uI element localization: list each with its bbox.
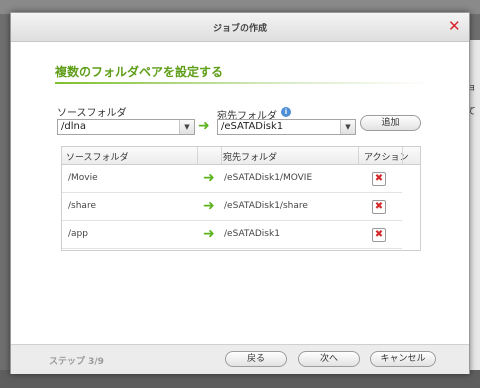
arrow-right-icon: ➜: [198, 118, 210, 134]
column-divider: [197, 147, 198, 164]
table-row: /Movie ➜ /eSATADisk1/MOVIE ✖: [62, 165, 402, 193]
dialog-footer: ステップ 3/9 戻る 次へ キャンセル: [11, 344, 469, 374]
delete-icon[interactable]: ✖: [372, 200, 386, 214]
dialog-titlebar: ジョブの作成 ✕: [11, 13, 469, 42]
cancel-button[interactable]: キャンセル: [370, 351, 436, 367]
folder-pair-table: ソースフォルダ 宛先フォルダ アクション /Movie ➜ /eSATADisk…: [61, 146, 421, 251]
row-destination: /eSATADisk1: [224, 229, 280, 239]
create-job-dialog: ジョブの作成 ✕ 複数のフォルダペアを設定する ソースフォルダ /dlna ▼ …: [10, 12, 470, 374]
column-divider: [221, 147, 222, 164]
source-folder-label: ソースフォルダ: [57, 108, 127, 119]
source-folder-value: /dlna: [61, 121, 86, 132]
source-folder-select[interactable]: /dlna ▼: [57, 119, 195, 135]
info-icon[interactable]: i: [281, 107, 291, 117]
arrow-right-icon: ➜: [203, 198, 215, 214]
section-heading: 複数のフォルダペアを設定する: [55, 65, 224, 79]
chevron-down-icon[interactable]: ▼: [179, 120, 194, 134]
column-header-destination: 宛先フォルダ: [223, 153, 278, 163]
table-row: /share ➜ /eSATADisk1/share ✖: [62, 193, 402, 221]
dialog-title: ジョブの作成: [212, 24, 267, 34]
row-source: /app: [68, 229, 88, 239]
arrow-right-icon: ➜: [203, 226, 215, 242]
row-source: /Movie: [68, 173, 98, 183]
delete-icon[interactable]: ✖: [372, 228, 386, 242]
column-header-source: ソースフォルダ: [66, 153, 129, 163]
destination-folder-select[interactable]: /eSATADisk1 ▼: [217, 119, 356, 135]
heading-divider: [55, 82, 431, 84]
column-divider: [402, 147, 403, 164]
table-header: ソースフォルダ 宛先フォルダ アクション: [62, 147, 420, 165]
column-divider: [358, 147, 359, 164]
step-indicator: ステップ 3/9: [49, 357, 104, 367]
table-row: /app ➜ /eSATADisk1 ✖: [62, 221, 402, 249]
back-button[interactable]: 戻る: [225, 351, 287, 367]
close-icon[interactable]: ✕: [448, 17, 461, 35]
arrow-right-icon: ➜: [203, 170, 215, 186]
chevron-down-icon[interactable]: ▼: [340, 120, 355, 134]
delete-icon[interactable]: ✖: [372, 172, 386, 186]
add-button[interactable]: 追加: [360, 115, 421, 131]
destination-folder-value: /eSATADisk1: [221, 121, 284, 132]
next-button[interactable]: 次へ: [298, 351, 360, 367]
row-destination: /eSATADisk1/MOVIE: [224, 173, 313, 183]
row-source: /share: [68, 201, 96, 211]
row-destination: /eSATADisk1/share: [224, 201, 308, 211]
